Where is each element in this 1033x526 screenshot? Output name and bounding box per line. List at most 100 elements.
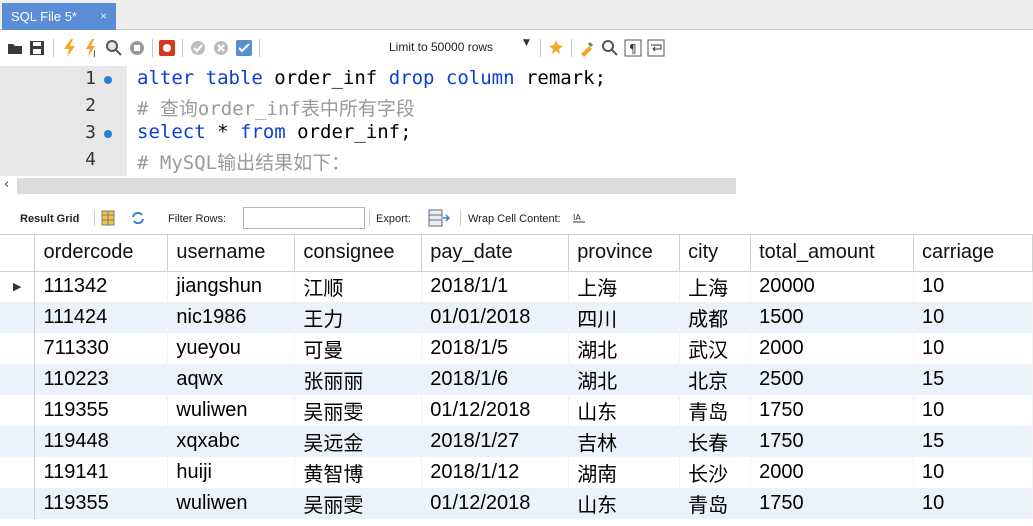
cell-ordercode[interactable]: 119355	[34, 395, 169, 426]
column-header-carriage[interactable]: carriage	[913, 235, 1033, 272]
cell-pay-date[interactable]: 2018/1/12	[421, 457, 570, 488]
cell-province[interactable]: 四川	[568, 302, 681, 333]
cell-total-amount[interactable]: 2000	[750, 333, 914, 364]
cell-province[interactable]: 湖北	[568, 364, 681, 395]
code-comment-line[interactable]: # MySQL输出结果如下：	[137, 148, 350, 175]
brush-icon[interactable]	[578, 39, 596, 57]
refresh-icon[interactable]	[130, 210, 146, 229]
grid-view-icon[interactable]	[101, 210, 115, 229]
cell-city[interactable]: 长沙	[679, 457, 752, 488]
cell-carriage[interactable]: 10	[913, 302, 1033, 333]
cell-consignee[interactable]: 吴丽雯	[294, 395, 423, 426]
beautify-icon[interactable]	[547, 39, 565, 57]
result-grid-tab[interactable]: Result Grid	[20, 213, 79, 225]
limit-rows-select[interactable]: Limit to 50000 rows	[389, 40, 493, 54]
cell-username[interactable]: aqwx	[167, 364, 296, 395]
cell-city[interactable]: 武汉	[679, 333, 752, 364]
execute-icon[interactable]	[60, 39, 78, 57]
commit-icon[interactable]	[189, 39, 207, 57]
cell-total-amount[interactable]: 1750	[750, 426, 914, 457]
tab-close-icon[interactable]: ×	[100, 3, 107, 30]
code-comment-line[interactable]: # 查询order_inf表中所有字段	[137, 94, 415, 121]
cell-province[interactable]: 湖南	[568, 457, 681, 488]
cell-ordercode[interactable]: 119141	[34, 457, 169, 488]
wrap-icon[interactable]	[647, 39, 665, 57]
chevron-down-icon[interactable]: ▼	[523, 38, 530, 48]
rollback-icon[interactable]	[212, 39, 230, 57]
toggle-continue-icon[interactable]	[158, 39, 176, 57]
cell-consignee[interactable]: 吴丽雯	[294, 488, 423, 519]
cell-total-amount[interactable]: 1500	[750, 302, 914, 333]
cell-province[interactable]: 山东	[568, 488, 681, 519]
cell-total-amount[interactable]: 2500	[750, 364, 914, 395]
cell-city[interactable]: 长春	[679, 426, 752, 457]
cell-username[interactable]: xqxabc	[167, 426, 296, 457]
stop-icon[interactable]	[128, 39, 146, 57]
autocommit-icon[interactable]	[235, 39, 253, 57]
table-row[interactable]: 110223 aqwx 张丽丽 2018/1/6 湖北 北京 2500 15	[0, 364, 1033, 395]
editor-horizontal-scrollbar[interactable]: ‹	[0, 176, 1033, 196]
cell-pay-date[interactable]: 01/12/2018	[421, 488, 570, 519]
cell-city[interactable]: 北京	[679, 364, 752, 395]
cell-carriage[interactable]: 10	[913, 333, 1033, 364]
column-header-username[interactable]: username	[167, 235, 296, 272]
column-header-city[interactable]: city	[679, 235, 752, 272]
column-header-consignee[interactable]: consignee	[294, 235, 423, 272]
cell-consignee[interactable]: 江顺	[294, 271, 423, 302]
find-icon[interactable]	[601, 39, 619, 57]
table-row[interactable]: 711330 yueyou 可曼 2018/1/5 湖北 武汉 2000 10	[0, 333, 1033, 364]
cell-carriage[interactable]: 10	[913, 395, 1033, 426]
tab-sql-file-5[interactable]: SQL File 5* ×	[2, 3, 116, 30]
cell-consignee[interactable]: 张丽丽	[294, 364, 423, 395]
cell-total-amount[interactable]: 1750	[750, 395, 914, 426]
cell-ordercode[interactable]: 711330	[34, 333, 169, 364]
result-grid[interactable]: ordercode username consignee pay_date pr…	[0, 234, 1033, 526]
cell-consignee[interactable]: 吴远金	[294, 426, 423, 457]
cell-consignee[interactable]: 王力	[294, 302, 423, 333]
cell-total-amount[interactable]: 20000	[750, 271, 914, 302]
cell-ordercode[interactable]: 111342	[34, 271, 169, 302]
cell-username[interactable]: nic1986	[167, 302, 296, 333]
execute-current-icon[interactable]: I	[83, 39, 101, 57]
cell-pay-date[interactable]: 2018/1/1	[421, 271, 570, 302]
code-line[interactable]: select * from order_inf;	[137, 121, 412, 143]
cell-province[interactable]: 湖北	[568, 333, 681, 364]
cell-pay-date[interactable]: 2018/1/6	[421, 364, 570, 395]
cell-ordercode[interactable]: 119355	[34, 488, 169, 519]
cell-carriage[interactable]: 15	[913, 426, 1033, 457]
cell-city[interactable]: 青岛	[679, 395, 752, 426]
save-icon[interactable]	[28, 39, 46, 57]
table-row[interactable]: 119448 xqxabc 吴远金 2018/1/27 吉林 长春 1750 1…	[0, 426, 1033, 457]
cell-username[interactable]: yueyou	[167, 333, 296, 364]
cell-province[interactable]: 吉林	[568, 426, 681, 457]
table-row[interactable]: ▶ 111342 jiangshun 江顺 2018/1/1 上海 上海 200…	[0, 271, 1033, 302]
cell-pay-date[interactable]: 01/01/2018	[421, 302, 570, 333]
cell-consignee[interactable]: 黄智博	[294, 457, 423, 488]
cell-username[interactable]: wuliwen	[167, 395, 296, 426]
table-row[interactable]: 119355 wuliwen 吴丽雯 01/12/2018 山东 青岛 1750…	[0, 488, 1033, 519]
scrollbar-thumb[interactable]	[17, 178, 736, 194]
cell-carriage[interactable]: 15	[913, 364, 1033, 395]
cell-ordercode[interactable]: 119448	[34, 426, 169, 457]
filter-rows-input[interactable]	[243, 207, 365, 229]
cell-city[interactable]: 青岛	[679, 488, 752, 519]
column-header-total-amount[interactable]: total_amount	[750, 235, 914, 272]
cell-ordercode[interactable]: 111424	[34, 302, 169, 333]
cell-total-amount[interactable]: 2000	[750, 457, 914, 488]
cell-city[interactable]: 成都	[679, 302, 752, 333]
column-header-ordercode[interactable]: ordercode	[34, 235, 169, 272]
explain-icon[interactable]	[105, 39, 123, 57]
cell-pay-date[interactable]: 2018/1/27	[421, 426, 570, 457]
cell-province[interactable]: 山东	[568, 395, 681, 426]
cell-carriage[interactable]: 10	[913, 488, 1033, 519]
cell-username[interactable]: wuliwen	[167, 488, 296, 519]
cell-ordercode[interactable]: 110223	[34, 364, 169, 395]
cell-carriage[interactable]: 10	[913, 457, 1033, 488]
cell-username[interactable]: huiji	[167, 457, 296, 488]
cell-pay-date[interactable]: 01/12/2018	[421, 395, 570, 426]
sql-editor[interactable]: 1 alter table order_inf drop column rema…	[0, 66, 1033, 176]
column-header-pay-date[interactable]: pay_date	[421, 235, 570, 272]
code-line[interactable]: alter table order_inf drop column remark…	[137, 67, 606, 89]
invisible-chars-icon[interactable]: ¶	[624, 39, 642, 57]
cell-carriage[interactable]: 10	[913, 271, 1033, 302]
